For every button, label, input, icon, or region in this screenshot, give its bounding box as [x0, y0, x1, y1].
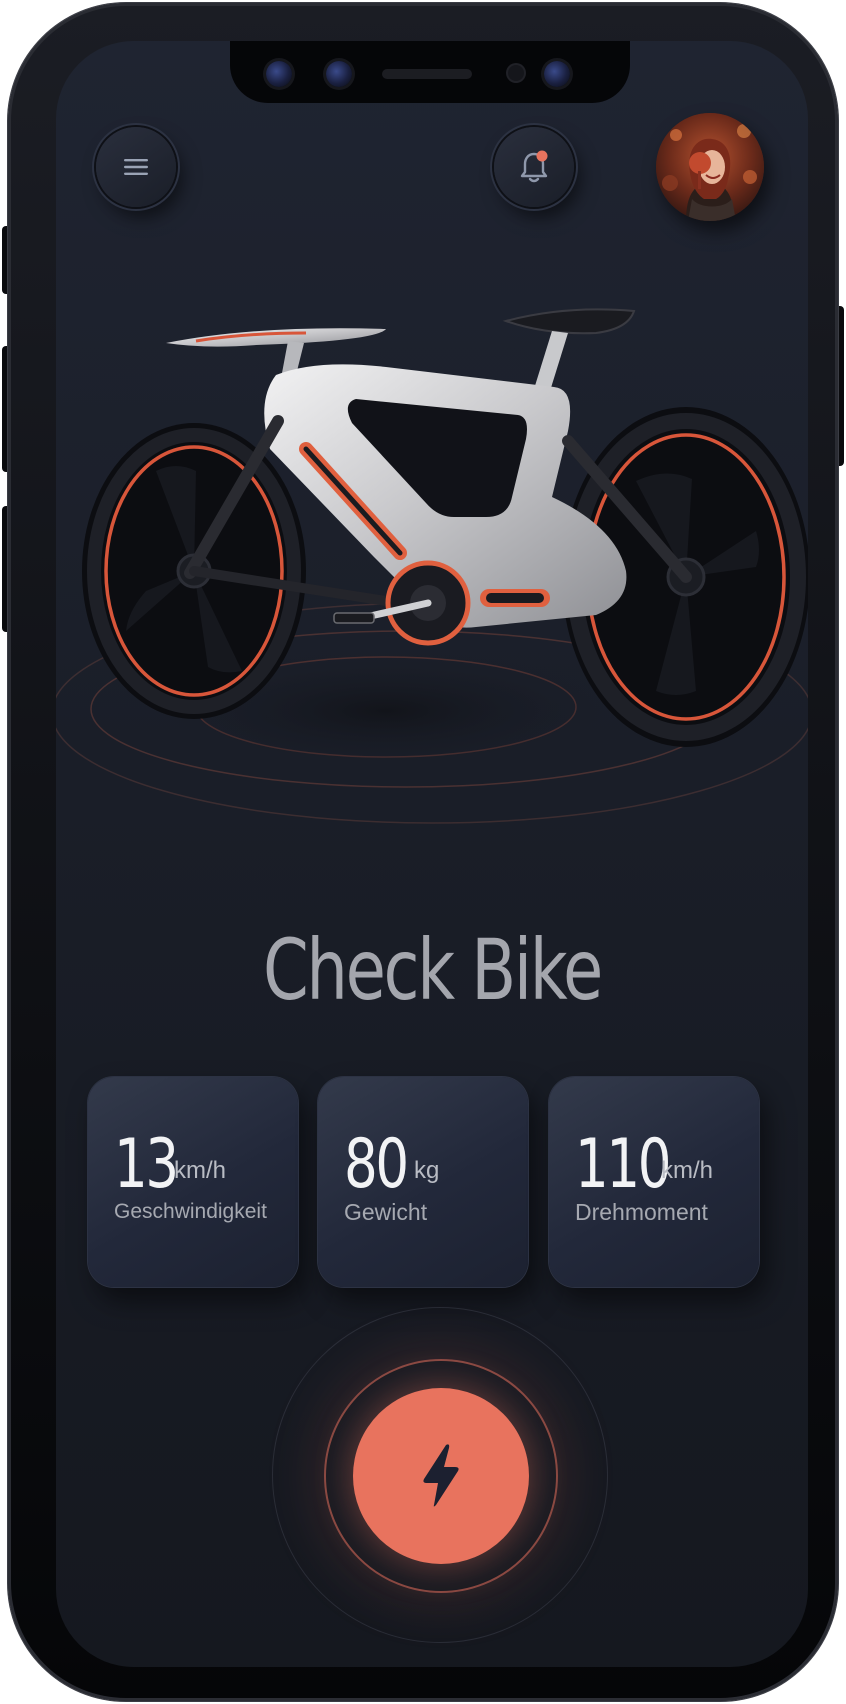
phone-frame: Check Bike 13 km/h Geschwindigkeit 80 kg… [8, 3, 838, 1701]
stat-card-weight[interactable]: 80 kg Gewicht [318, 1077, 528, 1287]
stat-unit: km/h [661, 1157, 714, 1184]
menu-button[interactable] [96, 127, 176, 207]
power-action-button[interactable] [353, 1388, 529, 1564]
avatar[interactable] [656, 113, 764, 221]
stat-label: Drehmoment [575, 1199, 708, 1225]
stat-card-speed[interactable]: 13 km/h Geschwindigkeit [88, 1077, 298, 1287]
user-avatar [656, 113, 764, 221]
stat-unit: km/h [174, 1157, 227, 1184]
stat-label: Geschwindigkeit [114, 1200, 267, 1223]
stat-value: 13 [114, 1125, 179, 1204]
bell-icon [520, 150, 548, 183]
earpiece-speaker [382, 69, 472, 79]
lightning-bolt-icon [423, 1444, 459, 1507]
stat-value: 80 [344, 1125, 409, 1204]
camera-lens-icon [326, 61, 352, 87]
stat-label: Gewicht [344, 1199, 428, 1225]
page-title: Check Bike [262, 921, 603, 1019]
saddle [502, 308, 636, 335]
bike-image [56, 271, 808, 871]
stat-value: 110 [575, 1125, 672, 1204]
sensor-dot [508, 65, 524, 81]
hamburger-menu-icon [124, 159, 148, 175]
app-screen: Check Bike 13 km/h Geschwindigkeit 80 kg… [56, 41, 808, 1667]
stat-card-torque[interactable]: 110 km/h Drehmoment [549, 1077, 759, 1287]
camera-lens-icon [266, 61, 292, 87]
notch [230, 41, 630, 103]
bike-illustration [56, 308, 808, 824]
camera-lens-icon [544, 61, 570, 87]
handlebar [166, 328, 386, 347]
notification-button[interactable] [494, 127, 574, 207]
stat-unit: kg [414, 1157, 440, 1184]
notification-dot [536, 150, 548, 162]
